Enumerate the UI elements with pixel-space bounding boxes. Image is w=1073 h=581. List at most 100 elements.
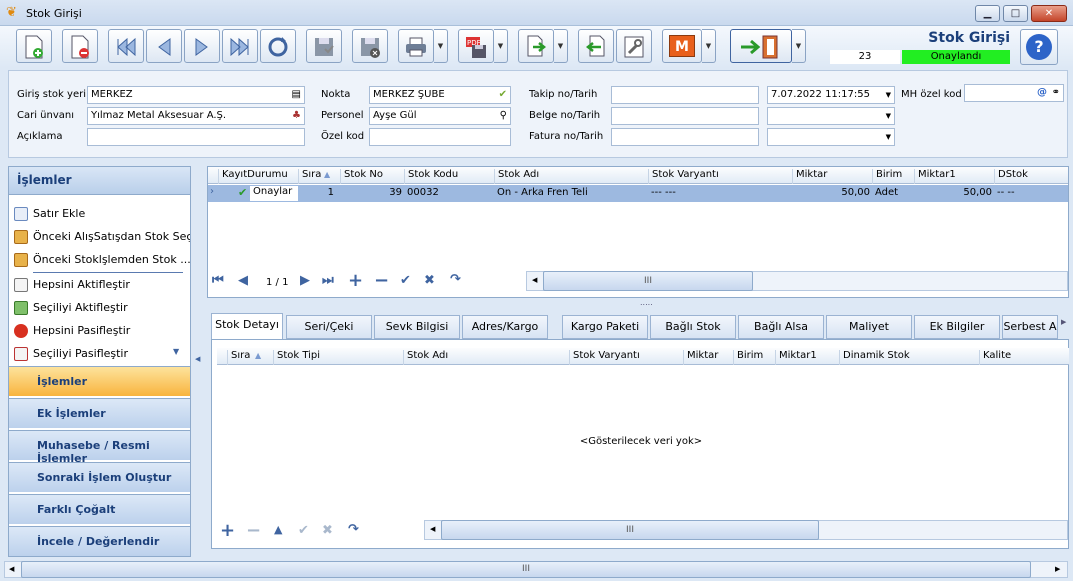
col-miktar[interactable]: Miktar [683,350,733,365]
table-row[interactable]: › ✔ Onaylar 1 39 00032 Ön - Arka Fren Te… [208,185,1068,202]
col-miktar[interactable]: Miktar [792,169,872,184]
cancel-detail-icon[interactable]: ✖ [322,523,333,538]
previous-record-button[interactable] [146,29,182,63]
tab-seri-ceki[interactable]: Seri/Çeki [286,315,372,339]
personel-field[interactable]: Ayşe Gül ⚲ [369,107,511,125]
chevron-down-icon[interactable]: ▼ [886,91,891,99]
exit-dropdown-button[interactable]: ▼ [792,29,806,63]
nav-sonraki-islem[interactable]: Sonraki İşlem Oluştur [9,462,190,492]
scroll-right-icon[interactable]: ▶ [1055,565,1060,573]
chevron-down-icon[interactable]: ▼ [886,133,891,141]
exit-button[interactable] [730,29,792,63]
giris-stok-yeri-field[interactable]: MERKEZ ▤ [87,86,305,104]
save-close-button[interactable] [352,29,388,63]
maximize-button[interactable]: □ [1003,5,1028,22]
scroll-left-icon[interactable]: ◀ [430,525,435,533]
first-record-button[interactable] [108,29,144,63]
col-stok-no[interactable]: Stok No [340,169,404,184]
window-hscroll[interactable]: ◀ III ▶ [4,561,1068,578]
scroll-thumb[interactable]: III [441,520,819,540]
cari-unvani-field[interactable]: Yılmaz Metal Aksesuar A.Ş. ♣ [87,107,305,125]
list-picker-icon[interactable]: ▤ [292,89,301,100]
tab-maliyet[interactable]: Maliyet [826,315,912,339]
print-button[interactable] [398,29,434,63]
scroll-thumb[interactable]: III [543,271,753,291]
col-stok-varyanti[interactable]: Stok Varyantı [569,350,683,365]
detail-hscroll[interactable]: ◀ III [424,520,1068,540]
delete-document-button[interactable] [62,29,98,63]
aciklama-field[interactable] [87,128,305,146]
confirm-detail-icon[interactable]: ✔ [298,523,309,538]
tab-stok-detayi[interactable]: Stok Detayı [211,313,283,340]
fatura-tarih-field[interactable]: ▼ [767,128,895,146]
col-dinamik-stok[interactable]: Dinamik Stok [839,350,979,365]
move-up-icon[interactable]: ▲ [274,523,282,536]
select-from-sales-item[interactable]: Önceki AlışSatışdan Stok Seç [9,226,190,249]
minimize-button[interactable]: ▁ [975,5,1000,22]
check-icon[interactable]: ✔ [499,89,507,100]
tab-serbest[interactable]: Serbest A [1002,315,1058,339]
chevron-down-icon[interactable]: ▼ [886,112,891,120]
add-detail-icon[interactable]: + [220,520,235,541]
nav-ek-islemler[interactable]: Ek İşlemler [9,398,190,428]
add-row-item[interactable]: Satır Ekle [9,203,190,226]
col-miktar1[interactable]: Miktar1 [775,350,839,365]
col-stok-tipi[interactable]: Stok Tipi [273,350,403,365]
pdf-dropdown-button[interactable]: ▼ [494,29,508,63]
import-button[interactable] [578,29,614,63]
activate-all-item[interactable]: Hepsini Aktifleştir [9,274,190,297]
scroll-left-icon[interactable]: ◀ [532,276,537,284]
activate-selected-item[interactable]: Seçiliyi Aktifleştir [9,297,190,320]
tab-ek-bilgiler[interactable]: Ek Bilgiler [914,315,1000,339]
help-button[interactable]: ? [1020,29,1058,65]
next-record-button[interactable] [184,29,220,63]
col-dstok[interactable]: DStok [994,169,1068,184]
collapse-panel-icon[interactable]: ◀ [195,355,200,363]
remove-detail-icon[interactable]: − [246,520,261,541]
scroll-thumb[interactable]: III [21,561,1031,578]
col-sira[interactable]: Sıra [298,169,340,184]
ozel-kod-field[interactable] [369,128,511,146]
tab-adres-kargo[interactable]: Adres/Kargo [462,315,548,339]
next-page-icon[interactable]: ▶ [300,273,310,288]
cancel-record-icon[interactable]: ✖ [424,273,435,288]
confirm-record-icon[interactable]: ✔ [400,273,411,288]
tab-bagli-stok[interactable]: Bağlı Stok [650,315,736,339]
tab-scroll-right-icon[interactable]: ▶ [1061,318,1066,326]
print-dropdown-button[interactable]: ▼ [434,29,448,63]
remove-record-icon[interactable]: − [374,270,389,291]
col-birim[interactable]: Birim [733,350,775,365]
nav-incele[interactable]: İncele / Değerlendir [9,526,190,556]
belge-tarih-field[interactable]: ▼ [767,107,895,125]
col-stok-varyanti[interactable]: Stok Varyantı [648,169,792,184]
person-search-icon[interactable]: ⚲ [500,110,507,121]
splitter-handle[interactable]: ..... [640,298,653,307]
at-icon[interactable]: @ [1037,87,1047,98]
scroll-left-icon[interactable]: ◀ [9,565,14,573]
prev-page-icon[interactable]: ◀ [238,273,248,288]
belge-no-field[interactable] [611,107,759,125]
deactivate-selected-item[interactable]: Seçiliyi Pasifleştir [9,343,190,366]
tools-button[interactable] [616,29,652,63]
refresh-detail-icon[interactable]: ↷ [348,522,359,537]
new-document-button[interactable] [16,29,52,63]
nav-farkli-cogalt[interactable]: Farklı Çoğalt [9,494,190,524]
deactivate-all-item[interactable]: Hepsini Pasifleştir [9,320,190,343]
close-window-button[interactable]: ✕ [1031,5,1067,22]
fatura-no-field[interactable] [611,128,759,146]
col-stok-adi[interactable]: Stok Adı [403,350,569,365]
nav-muhasebe[interactable]: Muhasebe / Resmi İşlemler [9,430,190,465]
users-icon[interactable]: ♣ [292,110,301,121]
refresh-record-icon[interactable]: ↷ [450,272,461,287]
scroll-down-icon[interactable]: ▼ [173,347,179,356]
link-icon[interactable]: ⚭ [1052,87,1060,98]
col-sira[interactable]: Sıra [227,350,273,365]
refresh-button[interactable] [260,29,296,63]
takip-no-field[interactable] [611,86,759,104]
col-birim[interactable]: Birim [872,169,914,184]
col-kayit-durumu[interactable]: KayıtDurumu [218,169,306,184]
nav-islemler[interactable]: İşlemler [9,366,190,396]
export-dropdown-button[interactable]: ▼ [554,29,568,63]
last-page-icon[interactable]: ⏭ [322,273,334,288]
col-stok-adi[interactable]: Stok Adı [494,169,648,184]
